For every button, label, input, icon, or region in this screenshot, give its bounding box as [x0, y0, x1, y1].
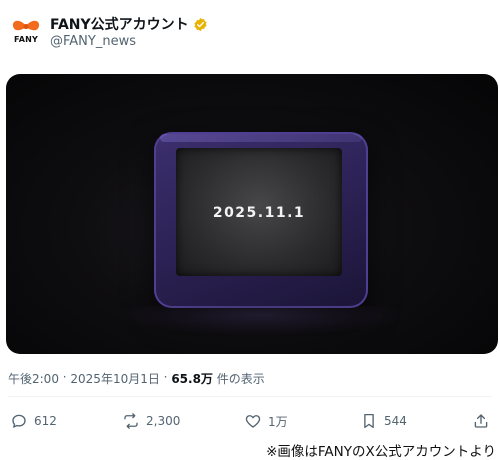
- divider: [8, 396, 492, 397]
- repost-count: 2,300: [146, 414, 181, 428]
- post-media-video[interactable]: 2025.11.1: [6, 74, 498, 354]
- display-name[interactable]: FANY公式アカウント: [50, 14, 189, 34]
- tv-floor-glow: [116, 306, 406, 336]
- views-suffix: 件の表示: [212, 372, 265, 386]
- name-line: FANY公式アカウント: [50, 14, 208, 34]
- avatar-logo-text: FANY: [13, 35, 39, 44]
- bookmark-icon: [364, 413, 374, 429]
- like-count: 1万: [268, 414, 288, 429]
- meta-separator: ·: [58, 370, 71, 384]
- user-handle[interactable]: @FANY_news: [50, 34, 136, 49]
- post-time[interactable]: 午後2:00: [8, 370, 59, 387]
- screen-date-text: 2025.11.1: [212, 205, 306, 221]
- share-button[interactable]: [472, 412, 490, 430]
- post-meta: 午後2:00 · 2025年10月1日 · 65.8万 件の表示: [8, 370, 265, 387]
- tv-frame: 2025.11.1: [154, 132, 368, 308]
- bookmark-count: 544: [384, 414, 407, 428]
- avatar[interactable]: FANY: [8, 12, 44, 48]
- action-bar: 612 2,300 1万 544: [10, 412, 490, 432]
- like-button[interactable]: 1万: [244, 412, 288, 430]
- verified-badge-icon: [193, 17, 208, 32]
- bookmark-button[interactable]: 544: [360, 412, 407, 430]
- post-card: FANY FANY公式アカウント @FANY_news 2025.11.1 午後…: [0, 0, 500, 436]
- share-icon: [474, 414, 488, 428]
- post-date[interactable]: 2025年10月1日: [70, 370, 159, 387]
- heart-icon: [245, 415, 261, 428]
- post-header: FANY FANY公式アカウント @FANY_news: [8, 10, 488, 54]
- meta-separator: ·: [159, 370, 172, 384]
- view-count: 65.8万: [171, 372, 213, 386]
- reply-button[interactable]: 612: [10, 412, 57, 430]
- reply-icon: [12, 414, 26, 428]
- tv-highlight: [160, 134, 362, 142]
- repost-button[interactable]: 2,300: [122, 412, 180, 430]
- tv-screen: 2025.11.1: [176, 148, 342, 276]
- reply-count: 612: [34, 414, 57, 428]
- image-source-caption: ※画像はFANYのX公式アカウントより: [266, 444, 496, 460]
- repost-icon: [124, 413, 138, 429]
